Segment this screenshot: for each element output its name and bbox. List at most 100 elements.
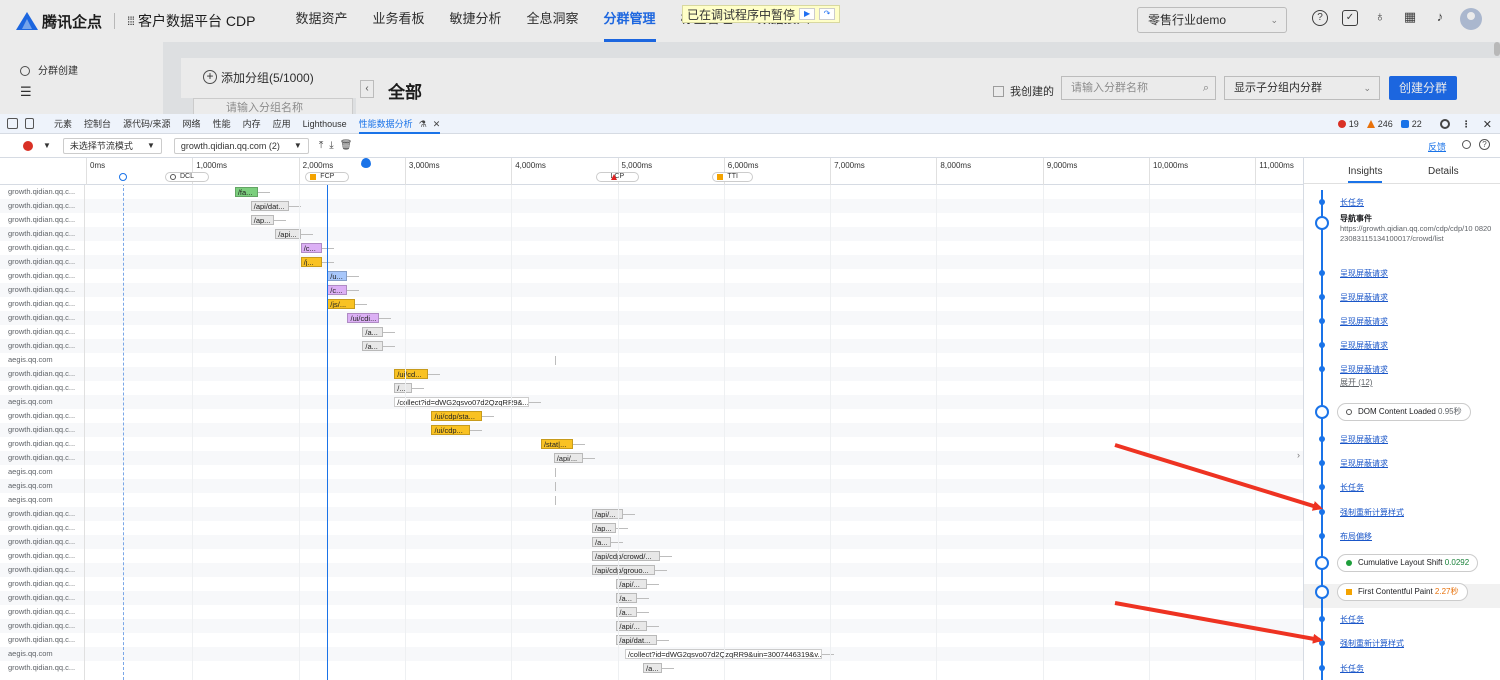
table-row[interactable]: aegis.qq.com xyxy=(0,479,1303,493)
table-row[interactable]: growth.qidian.qq.c... /j... xyxy=(0,255,1303,269)
download-icon[interactable]: ⤓ xyxy=(329,140,333,151)
created-by-me-checkbox[interactable]: 我创建的 xyxy=(993,83,1054,99)
table-row[interactable]: aegis.qq.com/collect?id=dWG2qsvo07d2QzqR… xyxy=(0,647,1303,661)
metric-pill[interactable]: DOM Content Loaded 0.95秒 xyxy=(1337,403,1471,421)
table-row[interactable]: growth.qidian.qq.c... /stat|... xyxy=(0,437,1303,451)
request-bar[interactable]: /a... xyxy=(362,341,383,351)
insight-link[interactable]: 呈现屏蔽请求 xyxy=(1340,340,1388,351)
tab-insights[interactable]: Insights xyxy=(1348,166,1383,183)
request-bar[interactable]: /a... xyxy=(591,537,612,547)
devtools-tab[interactable]: 网络 xyxy=(183,114,201,134)
table-row[interactable]: growth.qidian.qq.c... /c... xyxy=(0,283,1303,297)
close-devtools-icon[interactable]: ✕ xyxy=(1483,118,1492,131)
nav-item[interactable]: 敏捷分析 xyxy=(450,0,502,42)
devtools-tab[interactable]: 性能数据分析 ⚗ ✕ xyxy=(358,114,441,134)
sidebar-item-crowd-create[interactable]: 分群创建 xyxy=(20,62,78,77)
record-menu-icon[interactable]: ▼ xyxy=(43,141,51,150)
accessibility-icon[interactable]: ♁ xyxy=(1372,9,1388,26)
metric-pill[interactable]: First Contentful Paint 2.27秒 xyxy=(1337,583,1468,601)
table-row[interactable]: growth.qidian.qq.c... /ui/cdp/sta... xyxy=(0,409,1303,423)
request-bar[interactable]: /ap... xyxy=(591,523,617,533)
table-row[interactable]: growth.qidian.qq.c... /api/dat... xyxy=(0,199,1303,213)
insight-link[interactable]: 呈现屏蔽请求 xyxy=(1340,292,1388,303)
insight-link[interactable]: 长任务 xyxy=(1340,614,1364,625)
table-row[interactable]: aegis.qq.com/collect?id=dWG2qsvo07d2QzqR… xyxy=(0,395,1303,409)
request-bar[interactable]: /api... xyxy=(275,229,301,239)
crowd-search-input[interactable]: 请输入分群名称 ⌕ xyxy=(1061,76,1216,100)
table-row[interactable]: growth.qidian.qq.c... /ap... xyxy=(0,521,1303,535)
tab-details[interactable]: Details xyxy=(1428,166,1459,177)
request-bar[interactable]: /api/... xyxy=(553,453,584,463)
request-bar[interactable]: /c... xyxy=(327,285,348,295)
table-row[interactable]: growth.qidian.qq.c... /... xyxy=(0,381,1303,395)
request-bar[interactable]: /stat|... xyxy=(540,439,573,449)
request-bar[interactable]: /ui/cdi... xyxy=(347,313,380,323)
request-bar[interactable]: /api/dat... xyxy=(250,201,290,211)
expand-link[interactable]: 展开 (12) xyxy=(1340,377,1372,388)
insight-link[interactable]: 布局偏移 xyxy=(1340,531,1372,542)
devtools-tab[interactable]: 性能 xyxy=(213,114,231,134)
table-row[interactable]: growth.qidian.qq.c... /u... xyxy=(0,269,1303,283)
marker-fcp[interactable]: FCP xyxy=(305,172,350,182)
devtools-tab[interactable]: 控制台 xyxy=(84,114,111,134)
help-icon[interactable]: ? xyxy=(1479,139,1490,150)
request-bar[interactable]: /ui/cdp... xyxy=(431,425,470,435)
request-bar[interactable]: /ap... xyxy=(250,215,275,225)
table-row[interactable]: growth.qidian.qq.c.../api/... xyxy=(0,507,1303,521)
feedback-link[interactable]: 反馈 xyxy=(1428,140,1446,153)
subgroup-filter-select[interactable]: 显示子分组内分群 ⌄ xyxy=(1224,76,1380,100)
nav-item[interactable]: 全息洞察 xyxy=(527,0,579,42)
settings-gear-icon[interactable] xyxy=(1462,140,1471,149)
request-bar[interactable]: /fa... xyxy=(234,187,259,197)
devtools-tab[interactable]: 源代码/来源 xyxy=(123,114,171,134)
nav-item[interactable]: 分群管理 xyxy=(603,0,656,42)
table-row[interactable]: growth.qidian.qq.c.../api/... xyxy=(0,451,1303,465)
add-group-button[interactable]: + 添加分组(5/1000) xyxy=(181,58,356,98)
bell-icon[interactable]: ♪ xyxy=(1432,10,1448,26)
nav-item[interactable]: 数据资产 xyxy=(295,0,347,42)
metric-pill[interactable]: Cumulative Layout Shift 0.0292 xyxy=(1337,554,1479,572)
playhead-marker[interactable] xyxy=(361,158,371,168)
table-row[interactable]: growth.qidian.qq.c... /ui/cd... xyxy=(0,367,1303,381)
table-row[interactable]: aegis.qq.com xyxy=(0,353,1303,367)
devtools-tab[interactable]: 内存 xyxy=(243,114,261,134)
table-row[interactable]: growth.qidian.qq.c... /c... xyxy=(0,241,1303,255)
help-icon[interactable]: ? xyxy=(1312,10,1328,26)
nav-item[interactable]: 业务看板 xyxy=(373,0,425,42)
table-row[interactable]: aegis.qq.com xyxy=(0,493,1303,507)
request-bar[interactable]: /js/... xyxy=(327,299,355,309)
table-row[interactable]: growth.qidian.qq.c... /fa... xyxy=(0,185,1303,199)
apps-icon[interactable]: ▦ xyxy=(1402,10,1418,26)
marker-lcp[interactable]: LCP xyxy=(595,172,640,182)
table-row[interactable]: growth.qidian.qq.c... /ap... xyxy=(0,213,1303,227)
more-options-icon[interactable]: ⋮ xyxy=(1462,119,1471,130)
avatar[interactable] xyxy=(1460,8,1482,30)
insight-link[interactable]: 长任务 xyxy=(1340,663,1364,674)
table-row[interactable]: growth.qidian.qq.c... /api... xyxy=(0,227,1303,241)
devtools-tab[interactable]: Lighthouse xyxy=(303,114,347,134)
table-row[interactable]: growth.qidian.qq.c.../api/... xyxy=(0,619,1303,633)
upload-icon[interactable]: ⤒ xyxy=(319,140,323,151)
request-bar[interactable]: /api/cdp/crowd/... xyxy=(591,551,661,561)
table-row[interactable]: growth.qidian.qq.c... /api/dat... xyxy=(0,633,1303,647)
trash-icon[interactable]: 🗑 xyxy=(340,140,353,151)
table-row[interactable]: growth.qidian.qq.c... /a... xyxy=(0,605,1303,619)
app-grid-icon[interactable]: ⁞⁞⁞ xyxy=(127,14,135,28)
panel-splitter-icon[interactable]: › xyxy=(1297,450,1300,460)
device-toolbar-icon[interactable] xyxy=(25,118,34,129)
step-over-button[interactable]: ↷ xyxy=(819,8,836,20)
page-scrollbar[interactable] xyxy=(1494,42,1500,56)
request-bar[interactable]: /api/... xyxy=(616,579,648,589)
request-bar[interactable]: /api/dat... xyxy=(616,635,657,645)
table-row[interactable]: growth.qidian.qq.c... /js/... xyxy=(0,297,1303,311)
request-bar[interactable]: /a... xyxy=(616,593,637,603)
insight-link[interactable]: 呈现屏蔽请求 xyxy=(1340,364,1388,375)
request-bar[interactable]: /j... xyxy=(300,257,322,267)
resume-button[interactable]: ▶ xyxy=(799,8,816,20)
menu-fold-icon[interactable]: ☰ xyxy=(20,84,32,100)
throttle-select[interactable]: 未选择节流模式 ▼ xyxy=(62,137,162,154)
insight-link[interactable]: 呈现屏蔽请求 xyxy=(1340,434,1388,445)
request-bar[interactable]: /a... xyxy=(616,607,637,617)
settings-gear-icon[interactable] xyxy=(1439,119,1450,129)
message-count[interactable]: 22 xyxy=(1412,119,1422,129)
